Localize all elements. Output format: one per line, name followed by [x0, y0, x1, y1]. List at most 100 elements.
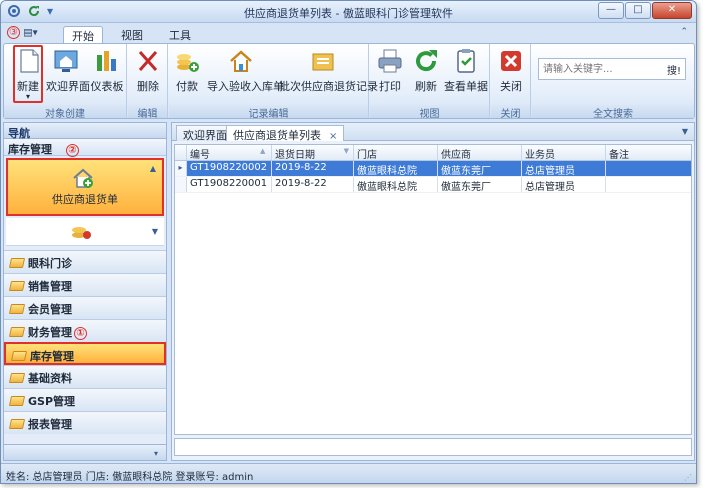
doc-tabs-dropdown-icon[interactable]: ▼: [682, 127, 688, 136]
status-text: 姓名: 总店管理员 门店: 傲蓝眼科总院 登录账号: admin: [6, 472, 254, 483]
delete-button[interactable]: 删除: [134, 47, 162, 94]
folder-icon: [8, 373, 26, 383]
nav-second-item[interactable]: ▼: [6, 218, 164, 246]
search-button[interactable]: 搜!: [667, 62, 681, 77]
nav-item-label: 销售管理: [28, 280, 72, 293]
app-menu-icon[interactable]: ▤▾: [23, 28, 37, 39]
cell-store[interactable]: 傲蓝眼科总院: [354, 177, 438, 192]
ribbon-tab-row: ③ ▤▾ 开始 视图 工具 ⌃: [1, 23, 696, 43]
nav-item-base-data[interactable]: 基础资料: [4, 365, 166, 388]
nav-item-gsp[interactable]: GSP管理: [4, 388, 166, 411]
refresh-button[interactable]: 刷新: [412, 47, 440, 94]
doc-tab-close-icon[interactable]: ×: [329, 131, 337, 142]
import-receipt-button[interactable]: 导入验收入库单: [207, 47, 284, 94]
tab-view[interactable]: 视图: [113, 26, 151, 43]
table-row[interactable]: ▸ GT1908220002 2019-8-22 傲蓝眼科总院 傲蓝东莞厂 总店…: [175, 161, 691, 177]
cell-code[interactable]: GT1908220001: [187, 177, 272, 192]
close-icon: [501, 51, 521, 71]
supplier-return-icon: [73, 168, 93, 188]
ribbon: 新建 ▾ 欢迎界面 仪表板 对象创建 删除 编辑 付款 导入验收入库单 批次供应…: [3, 43, 695, 120]
nav-section-label: 库存管理: [8, 143, 52, 156]
cell-supplier[interactable]: 傲蓝东莞厂: [438, 177, 522, 192]
group-label-search: 全文搜索: [532, 105, 694, 120]
document-tab-strip: 欢迎界面 供应商退货单列表 × ▼: [172, 123, 694, 142]
tab-tools[interactable]: 工具: [161, 26, 199, 43]
search-box: 搜!: [538, 58, 686, 80]
view-document-button-label: 查看单据: [444, 80, 488, 93]
row-indicator: [175, 177, 187, 192]
scroll-up-icon[interactable]: ▲: [150, 164, 156, 173]
close-button-label: 关闭: [500, 80, 522, 93]
table-row[interactable]: GT1908220001 2019-8-22 傲蓝眼科总院 傲蓝东莞厂 总店管理…: [175, 177, 691, 193]
group-label-close: 关闭: [491, 105, 530, 120]
folder-icon: [8, 419, 26, 429]
cell-note[interactable]: [606, 161, 691, 176]
cell-supplier[interactable]: 傲蓝东莞厂: [438, 161, 522, 176]
cell-store[interactable]: 傲蓝眼科总院: [354, 161, 438, 176]
welcome-button[interactable]: 欢迎界面: [46, 47, 90, 94]
view-document-button[interactable]: 查看单据: [444, 47, 488, 94]
group-label-object-create: 对象创建: [4, 105, 126, 120]
batch-return-record-button[interactable]: 批次供应商退货记录: [279, 47, 378, 94]
cell-note[interactable]: [606, 177, 691, 192]
scroll-down-icon[interactable]: ▼: [152, 227, 158, 236]
nav-item-sales[interactable]: 销售管理: [4, 273, 166, 296]
column-header-store[interactable]: 门店: [354, 145, 438, 161]
folder-icon: [10, 351, 28, 361]
stock-coins-icon: [72, 227, 91, 239]
nav-item-members[interactable]: 会员管理: [4, 296, 166, 319]
dashboard-button[interactable]: 仪表板: [90, 47, 124, 94]
nav-item-label: GSP管理: [28, 395, 76, 408]
group-record-edit: 付款 导入验收入库单 批次供应商退货记录 记录编辑: [169, 44, 378, 120]
collapse-ribbon-icon[interactable]: ⌃: [680, 27, 688, 37]
group-close: 关闭 关闭: [491, 44, 531, 120]
nav-item-eye-clinic[interactable]: 眼科门诊: [4, 250, 166, 273]
cell-date[interactable]: 2019-8-22: [272, 161, 354, 176]
filter-icon[interactable]: ▼: [344, 147, 349, 155]
welcome-screen-icon: [54, 50, 78, 72]
callout-1: ①: [74, 326, 87, 340]
callout-2: ②: [65, 143, 79, 157]
nav-item-label: 报表管理: [28, 418, 72, 431]
close-button[interactable]: 关闭: [497, 47, 525, 94]
cell-staff[interactable]: 总店管理员: [522, 161, 606, 176]
batch-record-icon: [312, 53, 334, 71]
cell-code[interactable]: GT1908220002: [187, 161, 272, 176]
column-header-note[interactable]: 备注: [606, 145, 691, 161]
dashboard-button-label: 仪表板: [90, 80, 124, 93]
view-document-icon: [457, 49, 475, 73]
nav-item-finance[interactable]: 财务管理 ①: [4, 319, 166, 342]
row-indicator-header: [175, 145, 187, 160]
print-button[interactable]: 打印: [376, 47, 404, 94]
nav-featured-supplier-return[interactable]: ▲ 供应商退货单: [6, 158, 164, 216]
search-input[interactable]: [539, 59, 647, 79]
delete-button-label: 删除: [137, 80, 159, 93]
column-header-date[interactable]: 退货日期 ▲ ▼: [260, 145, 354, 161]
app-menu[interactable]: ③ ▤▾: [7, 26, 38, 39]
resize-grip-icon[interactable]: ⋰: [684, 473, 692, 482]
new-document-icon: [20, 49, 39, 73]
maximize-button[interactable]: □: [625, 2, 651, 19]
minimize-button[interactable]: —: [598, 2, 624, 19]
column-header-staff[interactable]: 业务员: [522, 145, 606, 161]
group-edit: 删除 编辑: [128, 44, 168, 120]
import-home-icon: [230, 50, 252, 72]
window-title: 供应商退货单列表 - 傲蓝眼科门诊管理软件: [244, 7, 453, 20]
doc-tab-supplier-return-list[interactable]: 供应商退货单列表 ×: [226, 125, 345, 142]
new-button[interactable]: 新建 ▾: [15, 47, 41, 101]
payment-button[interactable]: 付款: [173, 47, 201, 94]
nav-options-icon[interactable]: ▾: [154, 449, 158, 458]
tab-start[interactable]: 开始: [63, 26, 103, 43]
nav-item-reports[interactable]: 报表管理: [4, 411, 166, 434]
close-window-button[interactable]: ✕: [652, 2, 692, 19]
nav-item-inventory[interactable]: 库存管理: [4, 342, 166, 365]
nav-item-label: 库存管理: [30, 350, 74, 363]
nav-item-label: 财务管理: [28, 326, 72, 339]
folder-icon: [8, 304, 26, 314]
column-header-supplier[interactable]: 供应商: [438, 145, 522, 161]
nav-bottom-bar[interactable]: ▾: [4, 444, 166, 460]
cell-staff[interactable]: 总店管理员: [522, 177, 606, 192]
folder-icon: [8, 327, 26, 337]
cell-date[interactable]: 2019-8-22: [272, 177, 354, 192]
app-window: ▾ 供应商退货单列表 - 傲蓝眼科门诊管理软件 — □ ✕ ③ ▤▾ 开始 视图…: [0, 0, 697, 484]
